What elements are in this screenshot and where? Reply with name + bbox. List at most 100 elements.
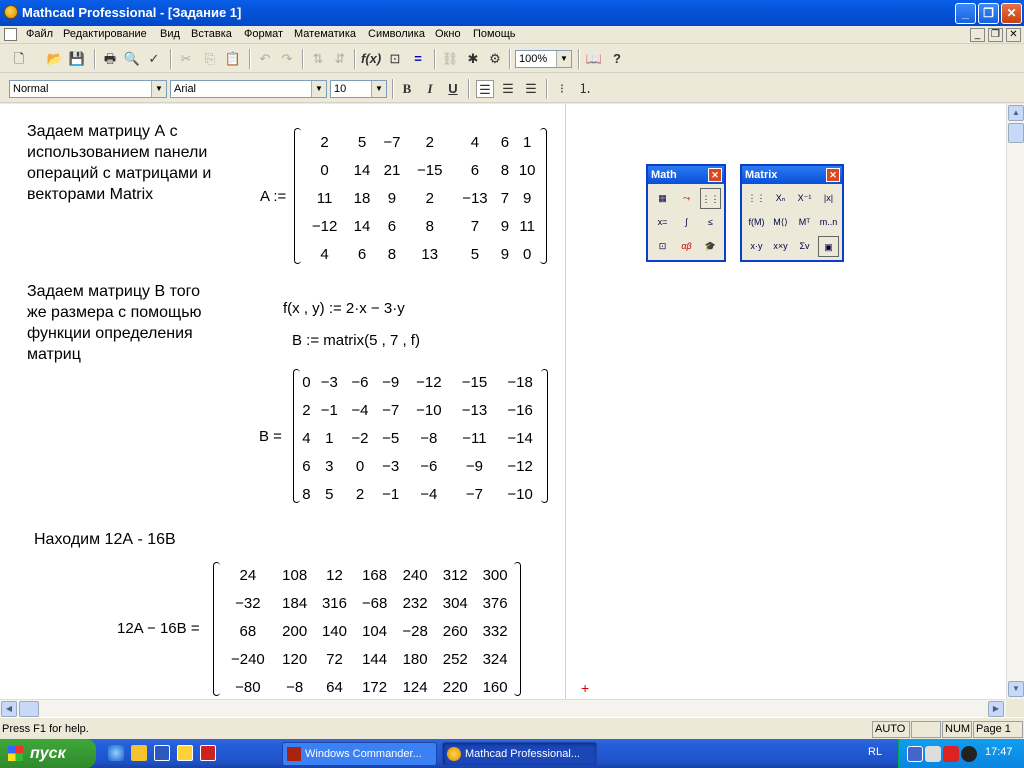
numbering-icon[interactable]: ⒈ bbox=[576, 80, 594, 98]
bold-button[interactable]: B bbox=[398, 80, 416, 98]
close-icon[interactable]: ✕ bbox=[708, 168, 722, 182]
menu-symbolics[interactable]: Символика bbox=[368, 28, 425, 40]
insert-unit-icon[interactable]: ⊡ bbox=[386, 50, 404, 68]
cross-product-icon[interactable]: x×y bbox=[770, 236, 791, 257]
scroll-left-icon[interactable]: ◀ bbox=[1, 701, 17, 717]
text-region-b[interactable]: Задаем матрицу В того же размера с помощ… bbox=[27, 281, 202, 365]
result-matrix[interactable]: 24 108 12 168 240 312 300 −32 184 316 −68 232 304 376… bbox=[221, 561, 515, 699]
font-select[interactable]: Arial ▼ bbox=[170, 80, 327, 98]
align-right-icon[interactable]: ☰ bbox=[522, 80, 540, 98]
volume-icon[interactable] bbox=[925, 746, 941, 762]
minimize-button[interactable]: _ bbox=[955, 3, 976, 24]
copy-icon[interactable]: ⎘ bbox=[201, 50, 219, 68]
new-icon[interactable]: 🗋 bbox=[10, 50, 28, 68]
matrix-palette[interactable]: Matrix ✕ ⋮⋮ Xₙ X⁻¹ |x| f(M) M⟨⟩ Mᵀ m..n x… bbox=[740, 164, 844, 262]
doc-restore-button[interactable]: ❐ bbox=[988, 28, 1003, 42]
align-across-icon[interactable]: ⇅ bbox=[309, 50, 327, 68]
floppy-icon[interactable] bbox=[200, 745, 216, 761]
text-region-c[interactable]: Находим 12А - 16В bbox=[34, 529, 176, 550]
winamp-icon[interactable] bbox=[131, 745, 147, 761]
help-icon[interactable]: ? bbox=[608, 50, 626, 68]
language-indicator[interactable]: RL bbox=[868, 746, 882, 758]
calculator-toolbar-icon[interactable]: ▦ bbox=[652, 188, 673, 209]
doc-minimize-button[interactable]: _ bbox=[970, 28, 985, 42]
scroll-up-icon[interactable]: ▲ bbox=[1008, 105, 1024, 121]
matrix-a[interactable]: 2 5 −7 2 4 6 1 0 14 21 −15 6 8 10 11 18 9 2 −13 7 9 −12 14 6 8 7 9… bbox=[302, 128, 542, 268]
style-select[interactable]: Normal ▼ bbox=[9, 80, 167, 98]
range-variable-icon[interactable]: m..n bbox=[818, 212, 839, 233]
insert-hyperlink-icon[interactable]: ⛓ bbox=[441, 50, 459, 68]
open-icon[interactable]: 📂 bbox=[46, 50, 64, 68]
component-wizard-icon[interactable]: ✱ bbox=[464, 50, 482, 68]
vectorize-icon[interactable]: f(M) bbox=[746, 212, 767, 233]
undo-icon[interactable]: ↶ bbox=[256, 50, 274, 68]
internet-explorer-icon[interactable] bbox=[108, 745, 124, 761]
scroll-thumb[interactable] bbox=[19, 701, 39, 717]
column-icon[interactable]: M⟨⟩ bbox=[770, 212, 791, 233]
quicklaunch-app-icon[interactable] bbox=[177, 745, 193, 761]
worksheet[interactable]: Задаем матрицу А с использованием панели… bbox=[0, 104, 1006, 699]
menu-math[interactable]: Математика bbox=[294, 28, 356, 40]
calculus-toolbar-icon[interactable]: ∫ bbox=[676, 212, 697, 233]
menu-window[interactable]: Окно bbox=[435, 28, 461, 40]
print-preview-icon[interactable]: 🔍 bbox=[123, 50, 141, 68]
horizontal-scrollbar[interactable]: ◀ ▶ bbox=[0, 699, 1006, 717]
word-icon[interactable] bbox=[154, 745, 170, 761]
matrix-b[interactable]: 0 −3 −6 −9 −12 −15 −18 2 −1 −4 −7 −10 −13 −16 4 1 −2 −5 −8… bbox=[299, 368, 543, 508]
boolean-toolbar-icon[interactable]: ≤ bbox=[700, 212, 721, 233]
programming-toolbar-icon[interactable]: ⊡ bbox=[652, 236, 673, 257]
matrix-b-definition[interactable]: B := matrix(5 , 7 , f) bbox=[292, 332, 420, 349]
scroll-thumb[interactable] bbox=[1008, 123, 1024, 143]
greek-toolbar-icon[interactable]: αβ bbox=[676, 236, 697, 257]
close-icon[interactable]: ✕ bbox=[826, 168, 840, 182]
matrix-toolbar-icon[interactable]: ⋮⋮ bbox=[700, 188, 721, 209]
menu-view[interactable]: Вид bbox=[160, 28, 180, 40]
scroll-right-icon[interactable]: ▶ bbox=[988, 701, 1004, 717]
subscript-icon[interactable]: Xₙ bbox=[770, 188, 791, 209]
close-button[interactable]: ✕ bbox=[1001, 3, 1022, 24]
run-mathconnex-icon[interactable]: ⚙ bbox=[486, 50, 504, 68]
chevron-down-icon[interactable]: ▼ bbox=[311, 81, 326, 97]
menu-insert[interactable]: Вставка bbox=[191, 28, 232, 40]
menu-file[interactable]: Файл bbox=[26, 28, 53, 40]
network-icon[interactable] bbox=[907, 746, 923, 762]
redo-icon[interactable]: ↷ bbox=[278, 50, 296, 68]
chevron-down-icon[interactable]: ▼ bbox=[371, 81, 386, 97]
vector-sum-icon[interactable]: Σv bbox=[794, 236, 815, 257]
math-palette[interactable]: Math ✕ ▦ ⤳ ⋮⋮ x= ∫ ≤ ⊡ αβ 🎓 bbox=[646, 164, 726, 262]
start-button[interactable]: пуск bbox=[0, 739, 96, 768]
transpose-icon[interactable]: Mᵀ bbox=[794, 212, 815, 233]
align-center-icon[interactable]: ☰ bbox=[499, 80, 517, 98]
bullets-icon[interactable]: ⁝ bbox=[553, 80, 571, 98]
title-bar[interactable]: Mathcad Professional - [Задание 1] _ ❐ ✕ bbox=[0, 0, 1024, 26]
align-left-icon[interactable]: ☰ bbox=[476, 80, 494, 98]
picture-icon[interactable]: ▣ bbox=[818, 236, 839, 257]
task-mathcad[interactable]: Mathcad Professional... bbox=[442, 742, 597, 766]
graph-toolbar-icon[interactable]: ⤳ bbox=[676, 188, 697, 209]
menu-format[interactable]: Формат bbox=[244, 28, 283, 40]
text-region-a[interactable]: Задаем матрицу А с использованием панели… bbox=[27, 121, 211, 205]
document-icon[interactable] bbox=[4, 28, 17, 41]
doc-close-button[interactable]: ✕ bbox=[1006, 28, 1021, 42]
function-definition[interactable]: f(x , y) := 2·x − 3·y bbox=[283, 300, 405, 317]
vertical-scrollbar[interactable]: ▲ ▼ bbox=[1006, 104, 1024, 699]
tray-app-icon[interactable] bbox=[961, 746, 977, 762]
calculate-icon[interactable]: = bbox=[409, 50, 427, 68]
underline-button[interactable]: U bbox=[444, 80, 462, 98]
cut-icon[interactable]: ✂ bbox=[177, 50, 195, 68]
menu-edit[interactable]: Редактирование bbox=[63, 28, 147, 40]
dot-product-icon[interactable]: x·y bbox=[746, 236, 767, 257]
resource-center-icon[interactable]: 📖 bbox=[585, 50, 603, 68]
scroll-down-icon[interactable]: ▼ bbox=[1008, 681, 1024, 697]
determinant-icon[interactable]: |x| bbox=[818, 188, 839, 209]
save-icon[interactable]: 💾 bbox=[68, 50, 86, 68]
menu-help[interactable]: Помощь bbox=[473, 28, 516, 40]
print-icon[interactable]: 🖶 bbox=[101, 50, 119, 68]
mathcad-app-icon[interactable] bbox=[4, 5, 18, 19]
font-size-select[interactable]: 10 ▼ bbox=[330, 80, 387, 98]
chevron-down-icon[interactable]: ▼ bbox=[151, 81, 166, 97]
chevron-down-icon[interactable]: ▼ bbox=[556, 51, 571, 67]
matrix-insert-icon[interactable]: ⋮⋮ bbox=[746, 188, 767, 209]
restore-button[interactable]: ❐ bbox=[978, 3, 999, 24]
zoom-select[interactable]: 100% ▼ bbox=[515, 50, 572, 68]
